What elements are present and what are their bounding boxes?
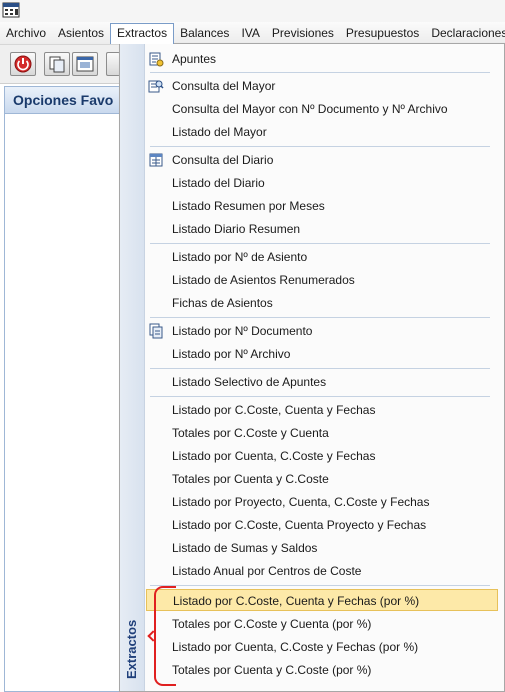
menu-entry-consulta-mayor-documento[interactable]: Consulta del Mayor con Nº Documento y Nº… — [144, 98, 502, 120]
menu-entry-label: Listado Diario Resumen — [172, 222, 301, 236]
menu-entry-consulta-diario[interactable]: Consulta del Diario — [144, 149, 502, 171]
copy-icon — [49, 56, 65, 73]
menu-entry-totales-ccoste-cuenta[interactable]: Totales por C.Coste y Cuenta — [144, 422, 502, 444]
menu-entry-asientos-renumerados[interactable]: Listado de Asientos Renumerados — [144, 269, 502, 291]
menu-entry-anual-centros-coste[interactable]: Listado Anual por Centros de Coste — [144, 560, 502, 582]
journal-icon — [149, 153, 163, 167]
favorites-panel-title: Opciones Favo — [5, 87, 119, 114]
menu-presupuestos[interactable]: Presupuestos — [340, 23, 425, 43]
favorites-panel: Opciones Favo — [4, 86, 120, 692]
menu-extractos[interactable]: Extractos — [110, 23, 175, 44]
menu-entry-diario-resumen[interactable]: Listado Diario Resumen — [144, 218, 502, 240]
extractos-dropdown: Extractos Apuntes Consulta del Mayor Con… — [119, 43, 505, 692]
menu-entry-label: Listado de Asientos Renumerados — [172, 273, 355, 287]
menu-declaraciones[interactable]: Declaraciones — [425, 23, 505, 43]
ledger-search-icon — [148, 80, 164, 93]
dropdown-vertical-label: Extractos — [124, 619, 139, 679]
menu-entry-label: Listado por Nº Archivo — [172, 347, 291, 361]
toolbar-button-partial[interactable] — [106, 52, 120, 76]
menu-entry-fichas-asientos[interactable]: Fichas de Asientos — [144, 292, 502, 314]
menu-entry-label: Fichas de Asientos — [172, 296, 273, 310]
menu-entry-label: Totales por Cuenta y C.Coste (por %) — [172, 663, 372, 677]
window-button[interactable] — [72, 52, 98, 76]
menu-entry-label: Listado Anual por Centros de Coste — [172, 564, 362, 578]
menu-entry-label: Listado Selectivo de Apuntes — [172, 375, 327, 389]
separator — [150, 146, 490, 147]
menu-entry-label: Listado del Diario — [172, 176, 265, 190]
toolbar — [0, 45, 120, 84]
menu-entry-label: Totales por C.Coste y Cuenta — [172, 426, 329, 440]
power-icon — [14, 55, 32, 73]
menu-entry-sumas-saldos[interactable]: Listado de Sumas y Saldos — [144, 537, 502, 559]
menu-entry-cuenta-ccoste-fechas[interactable]: Listado por Cuenta, C.Coste y Fechas — [144, 445, 502, 467]
red-bracket-annotation — [154, 586, 176, 686]
dropdown-gutter: Extractos — [120, 44, 145, 691]
menu-entry-ccoste-cuenta-fechas-pct[interactable]: Listado por C.Coste, Cuenta y Fechas (po… — [146, 589, 498, 611]
separator — [150, 243, 490, 244]
menu-entry-label: Listado por Cuenta, C.Coste y Fechas (po… — [172, 640, 419, 654]
menu-entry-ccoste-cuenta-fechas[interactable]: Listado por C.Coste, Cuenta y Fechas — [144, 399, 502, 421]
menu-entry-label: Listado por Nº Documento — [172, 324, 313, 338]
menu-entry-label: Listado por Proyecto, Cuenta, C.Coste y … — [172, 495, 430, 509]
menu-entry-label: Consulta del Mayor con Nº Documento y Nº… — [172, 102, 448, 116]
app-icon — [2, 2, 20, 18]
ledger-icon — [149, 52, 164, 67]
menu-entry-totales-cuenta-ccoste-pct[interactable]: Totales por Cuenta y C.Coste (por %) — [144, 659, 502, 681]
menu-entry-listado-documento[interactable]: Listado por Nº Documento — [144, 320, 502, 342]
menu-entry-label: Consulta del Diario — [172, 153, 274, 167]
menu-entry-label: Listado del Mayor — [172, 125, 267, 139]
menu-entry-listado-mayor[interactable]: Listado del Mayor — [144, 121, 502, 143]
menu-entry-totales-ccoste-cuenta-pct[interactable]: Totales por C.Coste y Cuenta (por %) — [144, 613, 502, 635]
menu-entry-proyecto-cuenta-ccoste[interactable]: Listado por Proyecto, Cuenta, C.Coste y … — [144, 491, 502, 513]
menu-entry-listado-archivo[interactable]: Listado por Nº Archivo — [144, 343, 502, 365]
separator — [150, 317, 490, 318]
document-icon — [149, 323, 163, 339]
menu-entry-label: Listado por Cuenta, C.Coste y Fechas — [172, 449, 376, 463]
menu-entry-consulta-mayor[interactable]: Consulta del Mayor — [144, 75, 502, 97]
menu-entry-label: Listado por Nº de Asiento — [172, 250, 308, 264]
menu-iva[interactable]: IVA — [235, 23, 265, 43]
title-bar — [0, 0, 505, 22]
window-icon — [76, 56, 94, 72]
menu-entry-totales-cuenta-ccoste[interactable]: Totales por Cuenta y C.Coste — [144, 468, 502, 490]
menu-asientos[interactable]: Asientos — [52, 23, 110, 43]
menu-entry-listado-asiento[interactable]: Listado por Nº de Asiento — [144, 246, 502, 268]
separator — [150, 72, 490, 73]
copy-button[interactable] — [44, 52, 70, 76]
menu-bar: Archivo Asientos Extractos Balances IVA … — [0, 22, 505, 45]
menu-balances[interactable]: Balances — [174, 23, 235, 43]
separator — [150, 585, 490, 586]
menu-entry-listado-diario[interactable]: Listado del Diario — [144, 172, 502, 194]
menu-entry-label: Listado Resumen por Meses — [172, 199, 325, 213]
menu-entry-label: Listado por C.Coste, Cuenta y Fechas — [172, 403, 376, 417]
menu-entry-label: Totales por C.Coste y Cuenta (por %) — [172, 617, 372, 631]
menu-entry-label: Listado por C.Coste, Cuenta Proyecto y F… — [172, 518, 427, 532]
menu-entry-ccoste-cuenta-proyecto[interactable]: Listado por C.Coste, Cuenta Proyecto y F… — [144, 514, 502, 536]
menu-entry-resumen-meses[interactable]: Listado Resumen por Meses — [144, 195, 502, 217]
separator — [150, 396, 490, 397]
menu-archivo[interactable]: Archivo — [0, 23, 52, 43]
menu-entry-apuntes[interactable]: Apuntes — [144, 48, 502, 70]
menu-entry-cuenta-ccoste-fechas-pct[interactable]: Listado por Cuenta, C.Coste y Fechas (po… — [144, 636, 502, 658]
menu-entry-label: Apuntes — [172, 52, 217, 66]
menu-entry-label: Listado de Sumas y Saldos — [172, 541, 318, 555]
menu-entry-selectivo-apuntes[interactable]: Listado Selectivo de Apuntes — [144, 371, 502, 393]
menu-previsiones[interactable]: Previsiones — [266, 23, 340, 43]
menu-entry-label: Listado por C.Coste, Cuenta y Fechas (po… — [173, 594, 420, 608]
exit-button[interactable] — [10, 52, 36, 76]
separator — [150, 368, 490, 369]
menu-entry-label: Totales por Cuenta y C.Coste — [172, 472, 329, 486]
menu-entry-label: Consulta del Mayor — [172, 79, 276, 93]
